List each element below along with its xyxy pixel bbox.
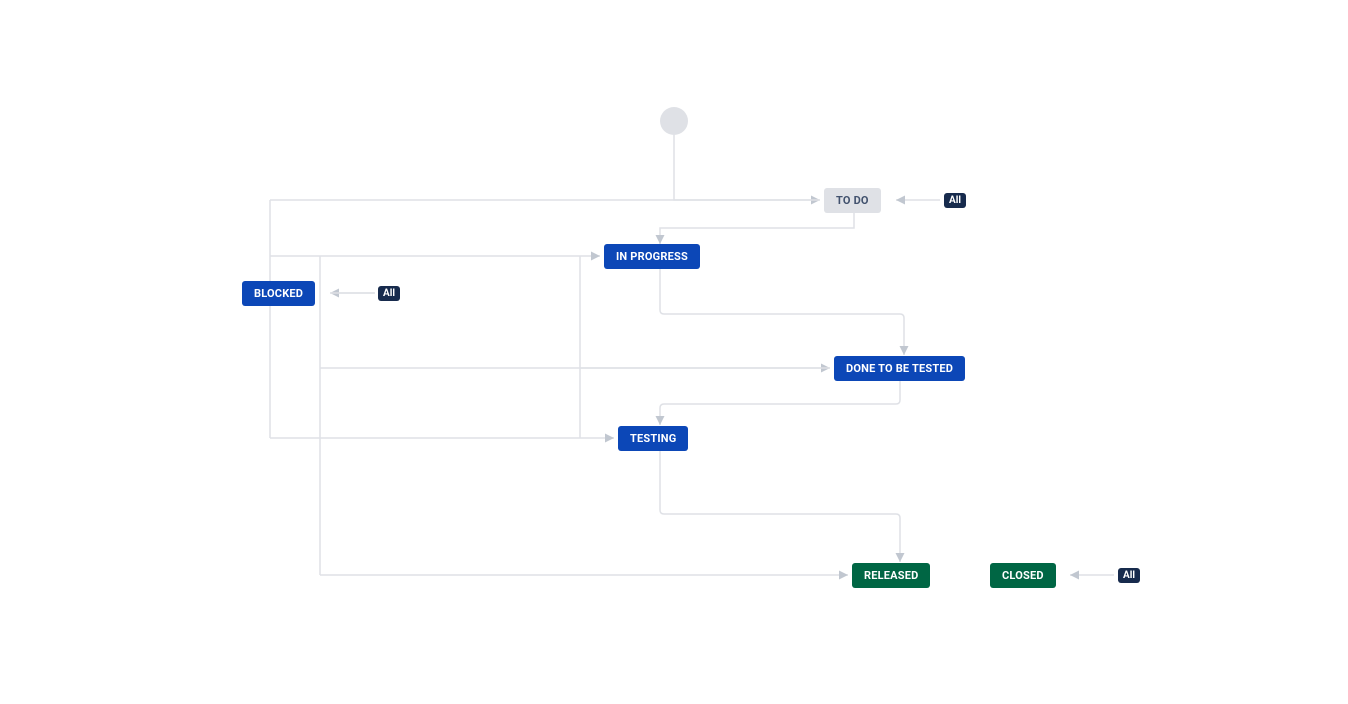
global-transition-closed[interactable]: All [1118, 568, 1140, 583]
status-node-blocked[interactable]: BLOCKED [242, 281, 315, 306]
all-badge-label: All [949, 195, 961, 206]
status-node-todo[interactable]: TO DO [824, 188, 881, 213]
status-node-closed[interactable]: CLOSED [990, 563, 1056, 588]
status-label: DONE TO BE TESTED [846, 362, 953, 375]
workflow-start-node[interactable] [660, 107, 688, 135]
status-node-released[interactable]: RELEASED [852, 563, 930, 588]
all-badge-label: All [1123, 570, 1135, 581]
status-node-testing[interactable]: TESTING [618, 426, 688, 451]
status-label: CLOSED [1002, 569, 1044, 582]
status-label: TO DO [836, 194, 869, 207]
all-badge-label: All [383, 288, 395, 299]
status-node-in-progress[interactable]: IN PROGRESS [604, 244, 700, 269]
status-label: BLOCKED [254, 287, 303, 300]
status-node-done-to-be-tested[interactable]: DONE TO BE TESTED [834, 356, 965, 381]
global-transition-todo[interactable]: All [944, 193, 966, 208]
workflow-edges [0, 0, 1348, 704]
status-label: IN PROGRESS [616, 250, 688, 263]
workflow-diagram: TO DO All IN PROGRESS BLOCKED All DONE T… [0, 0, 1348, 704]
status-label: TESTING [630, 432, 676, 445]
status-label: RELEASED [864, 569, 918, 582]
global-transition-blocked[interactable]: All [378, 286, 400, 301]
